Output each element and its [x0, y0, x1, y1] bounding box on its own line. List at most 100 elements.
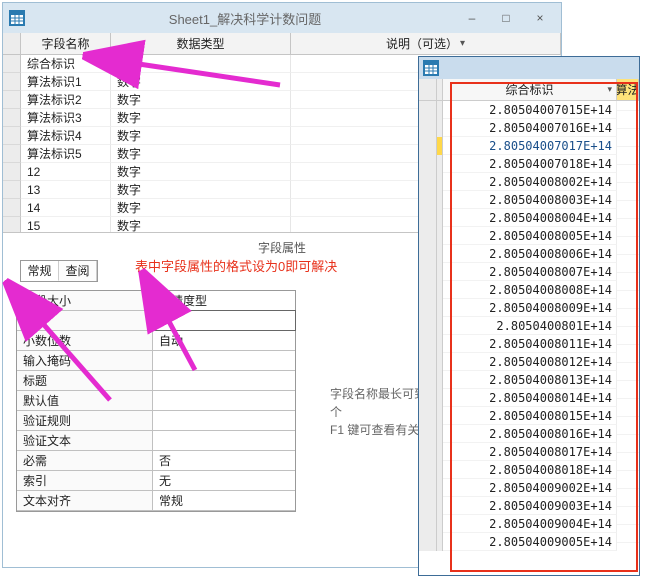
- property-row[interactable]: 索引无: [17, 471, 295, 491]
- field-name-cell[interactable]: 12: [21, 163, 111, 181]
- data-row[interactable]: 2.80504008006E+14: [419, 245, 639, 263]
- data-value[interactable]: 2.80504008017E+14: [443, 443, 617, 461]
- field-type-cell[interactable]: 数字: [111, 145, 291, 163]
- property-value[interactable]: 0: [153, 311, 295, 330]
- field-type-cell[interactable]: 数字: [111, 91, 291, 109]
- field-name-cell[interactable]: 算法标识5: [21, 145, 111, 163]
- field-name-cell[interactable]: 算法标识4: [21, 127, 111, 145]
- col-header-type[interactable]: 数据类型: [111, 33, 291, 54]
- data-row[interactable]: 2.80504008017E+14: [419, 443, 639, 461]
- data-value[interactable]: 2.80504008005E+14: [443, 227, 617, 245]
- field-type-cell[interactable]: 数字: [111, 181, 291, 199]
- data-row[interactable]: 2.80504008012E+14: [419, 353, 639, 371]
- field-type-cell[interactable]: 数字: [111, 127, 291, 145]
- data-value[interactable]: 2.80504007017E+14: [443, 137, 617, 155]
- field-name-cell[interactable]: 算法标识3: [21, 109, 111, 127]
- data-value[interactable]: 2.80504008009E+14: [443, 299, 617, 317]
- property-row[interactable]: 标题: [17, 371, 295, 391]
- field-name-cell[interactable]: 13: [21, 181, 111, 199]
- field-name-cell[interactable]: 算法标识1: [21, 73, 111, 91]
- data-value[interactable]: 2.80504008013E+14: [443, 371, 617, 389]
- tab-lookup[interactable]: 查阅: [59, 261, 97, 281]
- data-value[interactable]: 2.80504008008E+14: [443, 281, 617, 299]
- field-name-cell[interactable]: 综合标识: [21, 55, 111, 73]
- data-row[interactable]: 2.80504008013E+14: [419, 371, 639, 389]
- property-row[interactable]: 默认值: [17, 391, 295, 411]
- property-value[interactable]: [153, 411, 295, 430]
- field-type-cell[interactable]: 数字: [111, 217, 291, 233]
- data-row[interactable]: 2.80504008018E+14: [419, 461, 639, 479]
- property-value[interactable]: [153, 371, 295, 390]
- data-row[interactable]: 2.80504007017E+14: [419, 137, 639, 155]
- property-grid[interactable]: 字段大小双精度型格式0小数位数自动输入掩码标题默认值验证规则验证文本必需否索引无…: [16, 290, 296, 512]
- data-row[interactable]: 2.80504008007E+14: [419, 263, 639, 281]
- property-row[interactable]: 格式0: [17, 311, 295, 331]
- data-value[interactable]: 2.8050400801E+14: [443, 317, 617, 335]
- property-value[interactable]: 否: [153, 451, 295, 470]
- data-row[interactable]: 2.80504007018E+14: [419, 155, 639, 173]
- data-row[interactable]: 2.80504008003E+14: [419, 191, 639, 209]
- property-value[interactable]: 双精度型: [153, 291, 295, 310]
- property-value[interactable]: 自动: [153, 331, 295, 350]
- property-value[interactable]: 无: [153, 471, 295, 490]
- data-value[interactable]: 2.80504007015E+14: [443, 101, 617, 119]
- tab-general[interactable]: 常规: [21, 261, 59, 281]
- col-header-zonghe[interactable]: 综合标识 ▾: [443, 79, 617, 100]
- data-value[interactable]: 2.80504009004E+14: [443, 515, 617, 533]
- data-row[interactable]: 2.80504008014E+14: [419, 389, 639, 407]
- property-value[interactable]: [153, 431, 295, 450]
- data-row[interactable]: 2.80504009005E+14: [419, 533, 639, 551]
- field-type-cell[interactable]: 数字: [111, 163, 291, 181]
- data-row[interactable]: 2.8050400801E+14: [419, 317, 639, 335]
- data-value[interactable]: 2.80504008002E+14: [443, 173, 617, 191]
- data-value[interactable]: 2.80504009003E+14: [443, 497, 617, 515]
- datasheet-titlebar[interactable]: [419, 57, 639, 79]
- titlebar[interactable]: Sheet1_解决科学计数问题 – □ ×: [3, 3, 561, 33]
- data-value[interactable]: 2.80504008016E+14: [443, 425, 617, 443]
- data-row[interactable]: 2.80504008002E+14: [419, 173, 639, 191]
- field-type-cell[interactable]: 数字: [111, 199, 291, 217]
- data-value[interactable]: 2.80504008012E+14: [443, 353, 617, 371]
- data-row[interactable]: 2.80504009002E+14: [419, 479, 639, 497]
- data-row[interactable]: 2.80504008004E+14: [419, 209, 639, 227]
- data-value[interactable]: 2.80504007016E+14: [443, 119, 617, 137]
- data-value[interactable]: 2.80504008014E+14: [443, 389, 617, 407]
- data-row[interactable]: 2.80504008008E+14: [419, 281, 639, 299]
- dropdown-icon[interactable]: ▾: [607, 84, 612, 95]
- property-row[interactable]: 文本对齐常规: [17, 491, 295, 511]
- col-header-desc[interactable]: 说明（可选）▾: [291, 33, 561, 54]
- field-name-cell[interactable]: 15: [21, 217, 111, 233]
- data-row[interactable]: 2.80504007016E+14: [419, 119, 639, 137]
- data-value[interactable]: 2.80504007018E+14: [443, 155, 617, 173]
- data-row[interactable]: 2.80504008016E+14: [419, 425, 639, 443]
- data-row[interactable]: 2.80504008009E+14: [419, 299, 639, 317]
- data-row[interactable]: 2.80504009003E+14: [419, 497, 639, 515]
- data-row[interactable]: 2.80504009004E+14: [419, 515, 639, 533]
- property-row[interactable]: 验证文本: [17, 431, 295, 451]
- minimize-button[interactable]: –: [457, 8, 487, 28]
- data-value[interactable]: 2.80504008011E+14: [443, 335, 617, 353]
- property-row[interactable]: 小数位数自动: [17, 331, 295, 351]
- data-value[interactable]: 2.80504008006E+14: [443, 245, 617, 263]
- data-value[interactable]: 2.80504009005E+14: [443, 533, 617, 551]
- property-row[interactable]: 必需否: [17, 451, 295, 471]
- data-row[interactable]: 2.80504008005E+14: [419, 227, 639, 245]
- property-value[interactable]: [153, 351, 295, 370]
- field-name-cell[interactable]: 算法标识2: [21, 91, 111, 109]
- property-value[interactable]: 常规: [153, 491, 295, 510]
- data-value[interactable]: 2.80504008015E+14: [443, 407, 617, 425]
- data-row[interactable]: 2.80504008011E+14: [419, 335, 639, 353]
- col-header-suanfa[interactable]: 算法: [617, 79, 639, 100]
- field-name-cell[interactable]: 14: [21, 199, 111, 217]
- field-type-cell[interactable]: 数字: [111, 73, 291, 91]
- data-row[interactable]: 2.80504007015E+14: [419, 101, 639, 119]
- data-value[interactable]: 2.80504008003E+14: [443, 191, 617, 209]
- data-value[interactable]: 2.80504009002E+14: [443, 479, 617, 497]
- data-value[interactable]: 2.80504008004E+14: [443, 209, 617, 227]
- property-value[interactable]: [153, 391, 295, 410]
- property-row[interactable]: 验证规则: [17, 411, 295, 431]
- data-value[interactable]: 2.80504008018E+14: [443, 461, 617, 479]
- data-value[interactable]: 2.80504008007E+14: [443, 263, 617, 281]
- close-button[interactable]: ×: [525, 8, 555, 28]
- property-row[interactable]: 字段大小双精度型: [17, 291, 295, 311]
